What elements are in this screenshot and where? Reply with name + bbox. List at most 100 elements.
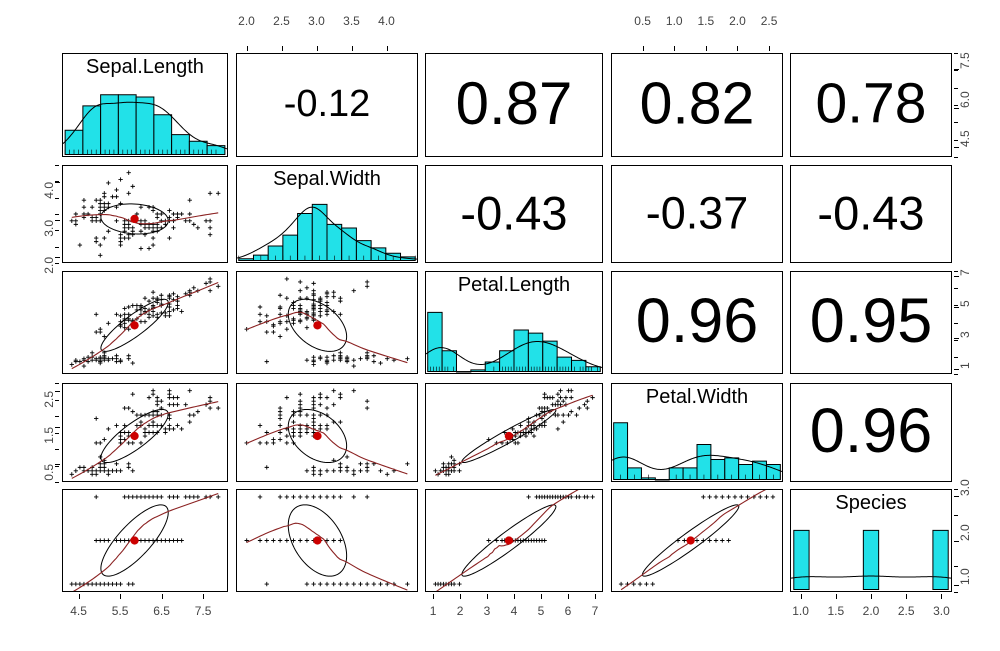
axis-tick-label: 2.0 [42,257,56,275]
axis-minor-tick-mark [55,432,59,434]
axis-minor-tick-mark [954,566,958,568]
panel-r2-c3: -0.43 [425,165,603,263]
axis-tick-mark [941,594,943,599]
panel-r5-c5: Species [790,489,952,592]
panel-r3-c4: 0.96 [611,271,783,374]
diagonal-label-species: Species [835,492,907,514]
axis-tick-label: 4 [510,604,518,618]
correlation-value-sepal-length-petal-length: 0.87 [455,69,573,137]
axis-tick-mark [954,369,959,371]
axis-minor-tick-mark [954,53,958,54]
axis-tick-label: 5 [958,300,972,307]
panel-r3-c2 [236,271,418,374]
axis-minor-tick-mark [55,181,59,183]
panel-r5-c3 [425,489,603,592]
panel-r3-c5: 0.95 [790,271,952,374]
axis-tick-mark [203,594,205,599]
panel-r2-c5: -0.43 [790,165,952,263]
axis-tick-mark [769,46,771,51]
axis-minor-tick-mark [954,288,958,290]
axis-tick-mark [871,594,872,599]
panel-r1-c2: -0.12 [236,53,418,157]
panel-r1-c4: 0.82 [611,53,783,157]
axis-minor-tick-mark [954,322,958,324]
axis-minor-tick-mark [954,139,958,141]
centroid-point [504,536,514,545]
panel-r4-c5: 0.96 [790,383,952,482]
scatter-petal-width-vs-sepal-width [237,384,417,481]
axis-tick-label: 0.5 [634,14,651,28]
axis-tick-label: 7.5 [194,604,212,618]
axis-tick-mark [642,46,644,51]
axis-tick-mark [954,585,959,587]
axis-tick-label: 4.0 [378,14,395,28]
panel-r5-c4 [611,489,783,592]
axis-tick-mark [674,46,676,51]
axis-tick-label: 4.5 [958,129,972,147]
axis-minor-tick-mark [55,263,59,264]
scatter-petal-width-vs-petal-length [426,384,602,481]
scatter-petal-width-vs-sepal-length [63,384,227,481]
axis-tick-mark [78,594,80,599]
diagonal-label-petal-width: Petal.Width [645,386,749,408]
axis-tick-mark [906,594,908,599]
correlation-value-sepal-length-petal-width: 0.82 [639,70,755,137]
axis-minor-tick-mark [55,465,59,467]
axis-minor-tick-mark [55,197,59,199]
correlation-value-sepal-width-species: -0.43 [817,186,925,240]
axis-tick-mark [800,594,802,599]
axis-minor-tick-mark [954,339,958,341]
axis-tick-label: 6.5 [153,604,170,618]
axis-tick-label: 1.0 [665,14,683,28]
axis-tick-label: 1 [958,362,972,370]
axis-minor-tick-mark [55,482,59,483]
axis-tick-mark [120,594,122,599]
axis-tick-label: 1.5 [42,427,56,445]
axis-minor-tick-mark [954,356,958,358]
panel-r4-c2 [236,383,418,482]
axis-minor-tick-mark [954,157,958,158]
axis-tick-label: 3.0 [42,219,56,237]
axis-minor-tick-mark [55,230,59,232]
panel-r4-c4: Petal.Width [611,383,783,482]
axis-tick-label: 2.0 [958,523,972,541]
axis-tick-mark [737,46,739,51]
axis-minor-tick-mark [55,246,59,248]
axis-tick-label: 2.5 [273,14,290,28]
axis-tick-mark [954,306,959,308]
centroid-point [130,214,139,224]
scatter-petal-length-vs-sepal-length [63,272,227,373]
diagonal-label-petal-length: Petal.Length [457,274,571,296]
scatterplot-matrix: Sepal.Length -0.12 0.87 0.82 0.78 Sepal.Width… [0,0,1000,651]
axis-tick-mark [55,219,60,221]
axis-minor-tick-mark [954,592,958,593]
axis-tick-label: 2.5 [42,391,56,408]
axis-tick-mark [351,46,353,51]
panel-r5-c2 [236,489,418,592]
scatter-species-vs-petal-length [426,490,602,591]
axis-tick-mark [55,427,60,429]
axis-tick-mark [281,46,283,51]
scatter-species-vs-sepal-width [237,490,417,591]
axis-tick-mark [514,594,515,599]
axis-minor-tick-mark [55,416,59,417]
axis-minor-tick-mark [55,165,59,166]
axis-tick-mark [954,107,959,109]
centroid-point [313,536,322,545]
axis-tick-label: 1.5 [697,14,715,28]
axis-tick-label: 3.5 [343,14,360,28]
axis-tick-label: 0.5 [42,463,56,481]
panel-r1-c1: Sepal.Length [62,53,228,157]
axis-tick-label: 2 [456,604,464,618]
axis-tick-mark [835,594,837,599]
panel-r1-c5: 0.78 [790,53,952,157]
axis-minor-tick-mark [954,87,958,89]
correlation-value-petal-width-species: 0.96 [809,395,933,466]
axis-tick-label: 7.5 [958,51,972,69]
axis-tick-mark [433,594,435,599]
correlation-value-petal-length-petal-width: 0.96 [635,285,759,356]
axis-tick-label: 6 [564,604,572,618]
axis-tick-label: 3 [483,604,491,618]
scatter-petal-length-vs-sepal-width [237,272,417,373]
panel-r5-c1 [62,489,228,592]
